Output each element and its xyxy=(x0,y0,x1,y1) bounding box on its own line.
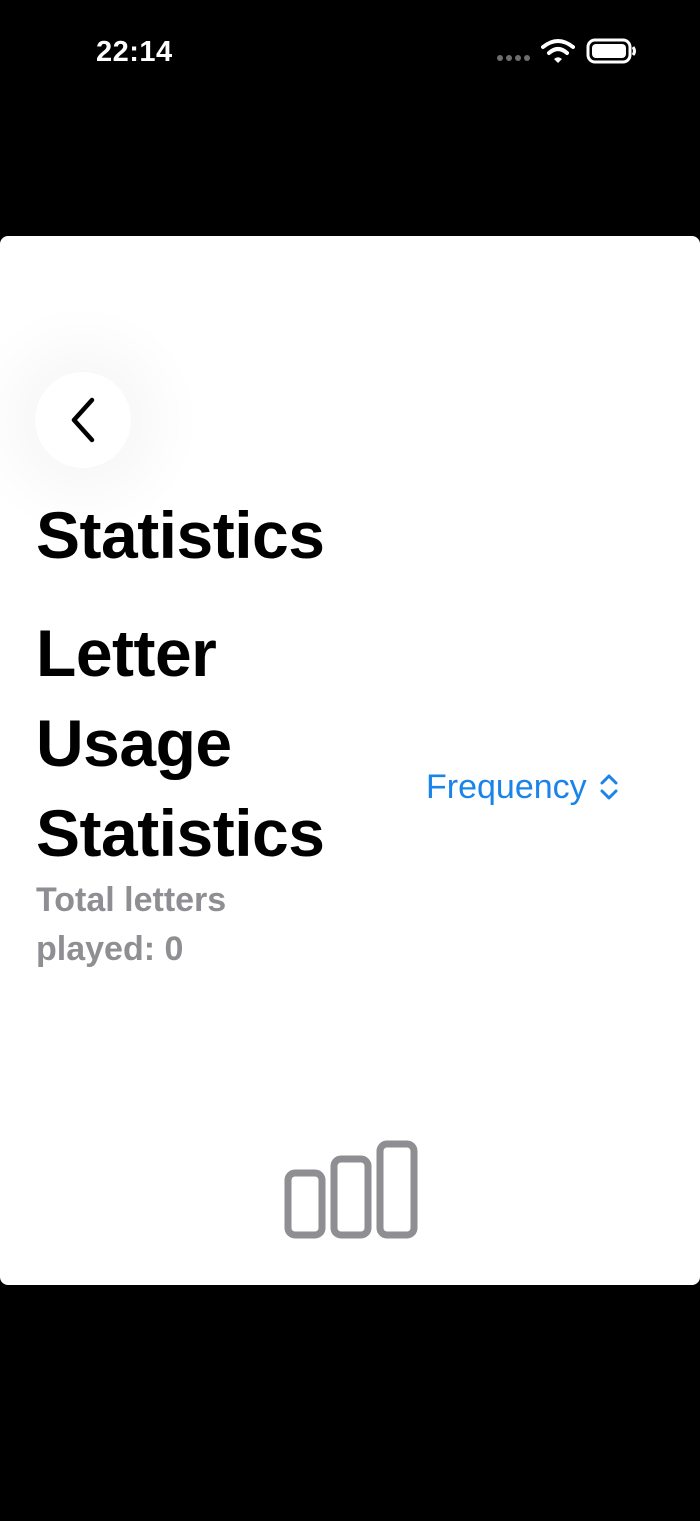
sort-picker-value: Frequency xyxy=(426,767,587,806)
letter-usage-title: Letter Usage Statistics xyxy=(36,616,325,870)
wifi-icon xyxy=(541,39,575,63)
chevron-left-icon xyxy=(71,397,95,443)
status-bar: 22:14 xyxy=(0,0,700,110)
sort-picker[interactable]: Frequency xyxy=(426,764,619,810)
bar-chart-icon xyxy=(284,1140,418,1239)
status-icons xyxy=(494,36,644,68)
page-title: Statistics xyxy=(36,498,325,572)
back-button[interactable] xyxy=(35,372,131,468)
total-letters-played: Total letters played: 0 xyxy=(36,881,227,968)
chevron-up-down-icon xyxy=(600,774,618,800)
status-time: 22:14 xyxy=(96,36,173,68)
statistics-card: Statistics Letter Usage Statistics Total… xyxy=(0,236,700,1285)
cellular-signal-icon xyxy=(497,55,530,61)
battery-icon xyxy=(586,38,636,64)
